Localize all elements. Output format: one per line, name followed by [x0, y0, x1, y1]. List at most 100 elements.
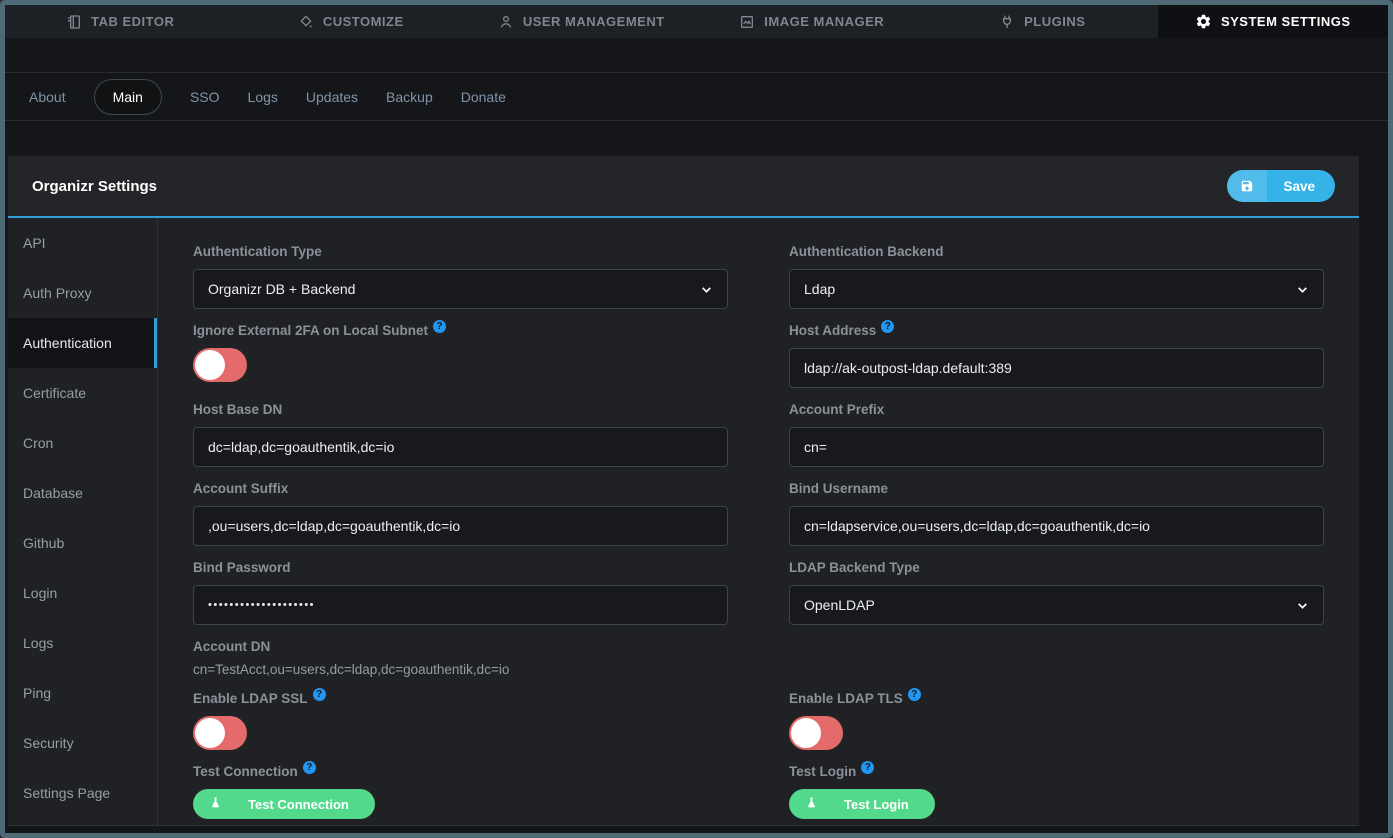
- flask-icon: [805, 796, 818, 813]
- field-label: Enable LDAP TLS?: [789, 691, 1324, 706]
- tab-updates[interactable]: Updates: [306, 89, 358, 105]
- button-label: Test Connection: [248, 797, 349, 812]
- authentication-type-select[interactable]: Organizr DB + Backend: [193, 269, 728, 309]
- field-label: Test Login?: [789, 764, 1324, 779]
- top-navigation: TAB EDITOR CUSTOMIZE USER MANAGEMENT IMA…: [5, 5, 1388, 38]
- field-host-base-dn: Host Base DN: [193, 402, 728, 467]
- field-authentication-backend: Authentication Backend Ldap: [789, 244, 1324, 309]
- field-test-connection: Test Connection? Test Connection: [193, 764, 728, 819]
- toggle-knob: [195, 350, 225, 380]
- enable-ldap-tls-toggle[interactable]: [789, 716, 843, 750]
- ignore-2fa-toggle[interactable]: [193, 348, 247, 382]
- field-label: Authentication Type: [193, 244, 728, 259]
- page-title: Organizr Settings: [32, 178, 157, 195]
- help-icon[interactable]: ?: [861, 761, 874, 774]
- plugins-icon: [999, 14, 1015, 30]
- sidebar-item-ping[interactable]: Ping: [8, 668, 157, 718]
- account-dn-value: cn=TestAcct,ou=users,dc=ldap,dc=goauthen…: [193, 662, 728, 677]
- nav-system-settings[interactable]: SYSTEM SETTINGS: [1158, 5, 1389, 38]
- field-label: Account DN: [193, 639, 728, 654]
- field-label: Authentication Backend: [789, 244, 1324, 259]
- host-base-dn-input[interactable]: [193, 427, 728, 467]
- chevron-down-icon: [700, 283, 713, 296]
- field-enable-ldap-tls: Enable LDAP TLS?: [789, 691, 1324, 750]
- tab-logs[interactable]: Logs: [248, 89, 278, 105]
- sidebar-item-auth-proxy[interactable]: Auth Proxy: [8, 268, 157, 318]
- tab-editor-icon: [66, 14, 82, 30]
- field-ignore-2fa: Ignore External 2FA on Local Subnet?: [193, 323, 728, 388]
- tab-sso[interactable]: SSO: [190, 89, 220, 105]
- nav-label: PLUGINS: [1024, 14, 1085, 29]
- nav-label: TAB EDITOR: [91, 14, 174, 29]
- save-label: Save: [1267, 179, 1335, 194]
- help-icon[interactable]: ?: [303, 761, 316, 774]
- field-test-login: Test Login? Test Login: [789, 764, 1324, 819]
- field-account-suffix: Account Suffix: [193, 481, 728, 546]
- panel-body: API Auth Proxy Authentication Certificat…: [8, 218, 1359, 825]
- field-ldap-backend-type: LDAP Backend Type OpenLDAP: [789, 560, 1324, 625]
- nav-label: USER MANAGEMENT: [523, 14, 665, 29]
- sidebar-item-github[interactable]: Github: [8, 518, 157, 568]
- panel-header: Organizr Settings Save: [8, 156, 1359, 218]
- save-button[interactable]: Save: [1227, 170, 1335, 202]
- selected-value: Ldap: [804, 281, 835, 297]
- sidebar-item-settings-page[interactable]: Settings Page: [8, 768, 157, 818]
- sidebar-item-database[interactable]: Database: [8, 468, 157, 518]
- sidebar-item-certificate[interactable]: Certificate: [8, 368, 157, 418]
- tab-about[interactable]: About: [29, 89, 66, 105]
- enable-ldap-ssl-toggle[interactable]: [193, 716, 247, 750]
- field-label: Bind Password: [193, 560, 728, 575]
- nav-customize[interactable]: CUSTOMIZE: [236, 5, 467, 38]
- flask-icon: [209, 796, 222, 813]
- sidebar-item-security[interactable]: Security: [8, 718, 157, 768]
- host-address-input[interactable]: [789, 348, 1324, 388]
- field-enable-ldap-ssl: Enable LDAP SSL?: [193, 691, 728, 750]
- chevron-down-icon: [1296, 283, 1309, 296]
- bind-username-input[interactable]: [789, 506, 1324, 546]
- help-icon[interactable]: ?: [433, 320, 446, 333]
- test-login-button[interactable]: Test Login: [789, 789, 935, 819]
- field-account-dn: Account DN cn=TestAcct,ou=users,dc=ldap,…: [193, 639, 728, 677]
- authentication-form: Authentication Type Organizr DB + Backen…: [158, 218, 1359, 825]
- nav-user-management[interactable]: USER MANAGEMENT: [466, 5, 697, 38]
- field-label: Ignore External 2FA on Local Subnet?: [193, 323, 728, 338]
- field-label: Test Connection?: [193, 764, 728, 779]
- field-account-prefix: Account Prefix: [789, 402, 1324, 467]
- field-label: Account Suffix: [193, 481, 728, 496]
- account-suffix-input[interactable]: [193, 506, 728, 546]
- field-label: Enable LDAP SSL?: [193, 691, 728, 706]
- nav-plugins[interactable]: PLUGINS: [927, 5, 1158, 38]
- save-icon: [1227, 170, 1267, 202]
- account-prefix-input[interactable]: [789, 427, 1324, 467]
- tab-main[interactable]: Main: [94, 79, 162, 115]
- help-icon[interactable]: ?: [908, 688, 921, 701]
- tab-backup[interactable]: Backup: [386, 89, 433, 105]
- chevron-down-icon: [1296, 599, 1309, 612]
- sidebar-item-login[interactable]: Login: [8, 568, 157, 618]
- button-label: Test Login: [844, 797, 909, 812]
- toggle-knob: [195, 718, 225, 748]
- app-window: TAB EDITOR CUSTOMIZE USER MANAGEMENT IMA…: [0, 0, 1393, 838]
- field-bind-password: Bind Password: [193, 560, 728, 625]
- sidebar-item-authentication[interactable]: Authentication: [8, 318, 157, 368]
- ldap-backend-type-select[interactable]: OpenLDAP: [789, 585, 1324, 625]
- customize-icon: [298, 14, 314, 30]
- field-host-address: Host Address?: [789, 323, 1324, 388]
- field-bind-username: Bind Username: [789, 481, 1324, 546]
- sidebar-item-cron[interactable]: Cron: [8, 418, 157, 468]
- authentication-backend-select[interactable]: Ldap: [789, 269, 1324, 309]
- spacer: [789, 639, 1324, 677]
- help-icon[interactable]: ?: [881, 320, 894, 333]
- sidebar-item-logs[interactable]: Logs: [8, 618, 157, 668]
- nav-tab-editor[interactable]: TAB EDITOR: [5, 5, 236, 38]
- sidebar-item-api[interactable]: API: [8, 218, 157, 268]
- field-authentication-type: Authentication Type Organizr DB + Backen…: [193, 244, 728, 309]
- tab-donate[interactable]: Donate: [461, 89, 506, 105]
- nav-image-manager[interactable]: IMAGE MANAGER: [697, 5, 928, 38]
- image-manager-icon: [739, 14, 755, 30]
- bind-password-input[interactable]: [193, 585, 728, 625]
- test-connection-button[interactable]: Test Connection: [193, 789, 375, 819]
- help-icon[interactable]: ?: [313, 688, 326, 701]
- field-label: Host Address?: [789, 323, 1324, 338]
- toggle-knob: [791, 718, 821, 748]
